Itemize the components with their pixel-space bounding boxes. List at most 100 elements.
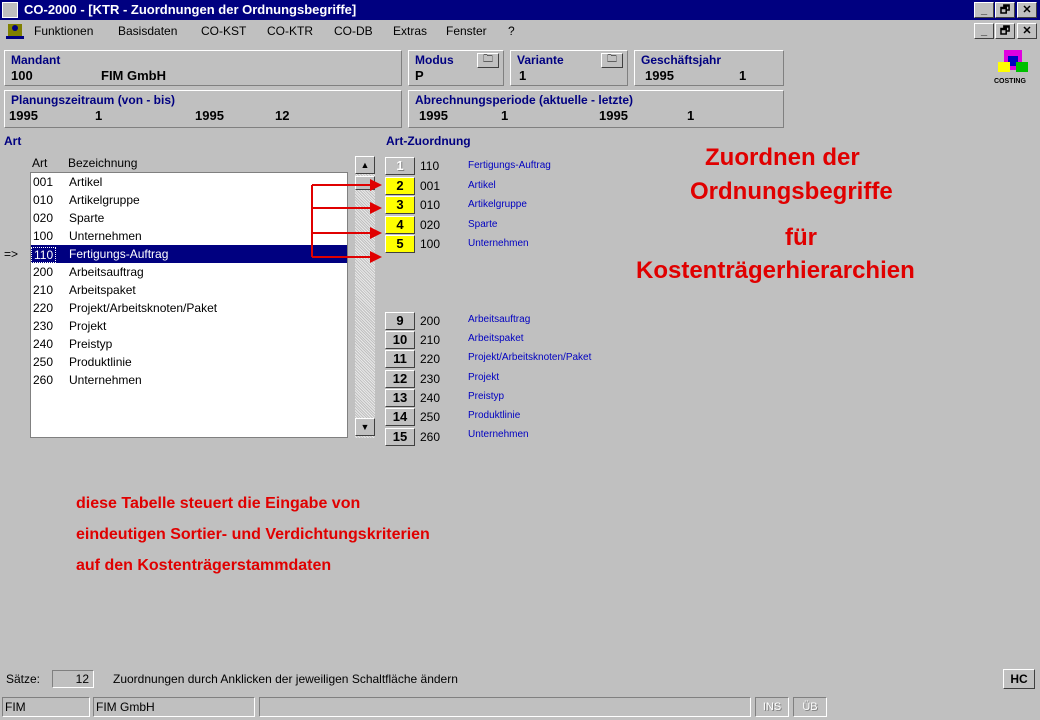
art-name: Produktlinie: [69, 355, 132, 369]
modus-folder-icon[interactable]: 🗀: [477, 53, 499, 68]
list-item[interactable]: 210 Arbeitspaket: [31, 281, 347, 299]
art-code: 240: [33, 337, 54, 351]
slot-code: 010: [420, 198, 441, 212]
maximize-button[interactable]: 🗗: [995, 2, 1015, 18]
annotation-line-4: Kostenträgerhierarchien: [636, 257, 915, 284]
art-code: 210: [33, 283, 54, 297]
art-name: Arbeitsauftrag: [69, 265, 144, 279]
mandant-label: Mandant: [11, 53, 61, 67]
art-name: Sparte: [69, 211, 105, 225]
menu-co-db[interactable]: CO-DB: [334, 24, 373, 38]
pz-to: 12: [275, 108, 290, 123]
variante-folder-icon[interactable]: 🗀: [601, 53, 623, 68]
list-item[interactable]: 230 Projekt: [31, 317, 347, 335]
annotation-line-1: Zuordnen der: [705, 144, 860, 171]
pz-from: 1: [95, 108, 103, 123]
slot-code: 260: [420, 430, 441, 444]
slot-button-11[interactable]: 11: [385, 350, 415, 368]
art-code: 010: [33, 193, 54, 207]
slot-name: Fertigungs-Auftrag: [468, 160, 551, 171]
slot-name: Arbeitsauftrag: [468, 314, 531, 325]
art-code: 220: [33, 301, 54, 315]
ap-last-year: 1995: [599, 108, 628, 123]
hc-button[interactable]: HC: [1003, 669, 1035, 689]
variante-value: 1: [519, 68, 527, 83]
logo-text: COSTING: [994, 78, 1026, 85]
doc-maximize-button[interactable]: 🗗: [995, 23, 1015, 39]
slot-code: 250: [420, 410, 441, 424]
slot-name: Projekt: [468, 372, 500, 383]
slot-button-9[interactable]: 9: [385, 312, 415, 330]
modus-panel: Modus 🗀 P: [408, 50, 504, 86]
variante-label: Variante: [517, 53, 564, 67]
col-header-bezeichnung: Bezeichnung: [68, 156, 138, 170]
annotation-line-3: für: [785, 224, 817, 251]
geschaeftsjahr-panel: Geschäftsjahr 1995 1: [634, 50, 784, 86]
list-item[interactable]: 240 Preistyp: [31, 335, 347, 353]
list-item[interactable]: 220 Projekt/Arbeitsknoten/Paket: [31, 299, 347, 317]
slot-code: 110: [420, 159, 440, 173]
slot-button-12[interactable]: 12: [385, 370, 415, 388]
slot-button-14[interactable]: 14: [385, 408, 415, 426]
user-field: FIM: [2, 697, 90, 717]
geschaeftsjahr-year: 1995: [645, 68, 674, 83]
art-code: 200: [33, 265, 54, 279]
doc-icon[interactable]: [4, 22, 26, 40]
doc-minimize-button[interactable]: _: [974, 23, 994, 39]
art-name: Projekt: [69, 319, 107, 333]
mandant-id: 100: [11, 68, 33, 83]
empty-status-field: [259, 697, 751, 717]
slot-name: Arbeitspaket: [468, 333, 524, 344]
planungszeitraum-panel: Planungszeitraum (von - bis) 1995 1 1995…: [4, 90, 402, 128]
list-item[interactable]: 250 Produktlinie: [31, 353, 347, 371]
scroll-down-button[interactable]: ▼: [355, 418, 375, 436]
menu-extras[interactable]: Extras: [393, 24, 427, 38]
slot-code: 200: [420, 314, 441, 328]
menu-basisdaten[interactable]: Basisdaten: [118, 24, 177, 38]
menu-help[interactable]: ?: [508, 24, 515, 38]
assignment-arrows: [311, 179, 382, 263]
art-code: 230: [33, 319, 54, 333]
slot-code: 220: [420, 352, 441, 366]
art-name: Unternehmen: [69, 373, 142, 387]
art-code: 260: [33, 373, 54, 387]
menu-bar: Funktionen Basisdaten CO-KST CO-KTR CO-D…: [0, 20, 1040, 42]
menu-fenster[interactable]: Fenster: [446, 24, 487, 38]
slot-name: Artikelgruppe: [468, 199, 527, 210]
menu-co-kst[interactable]: CO-KST: [201, 24, 246, 38]
app-icon[interactable]: [2, 2, 18, 18]
geschaeftsjahr-value: 1: [739, 68, 747, 83]
geschaeftsjahr-label: Geschäftsjahr: [641, 53, 722, 67]
col-header-art: Art: [32, 156, 48, 170]
doc-close-button[interactable]: ✕: [1017, 23, 1037, 39]
slot-button-15[interactable]: 15: [385, 428, 415, 446]
slot-button-13[interactable]: 13: [385, 389, 415, 407]
ap-cur-year: 1995: [419, 108, 448, 123]
abrechnungsperiode-label: Abrechnungsperiode (aktuelle - letzte): [415, 93, 634, 107]
list-item[interactable]: 200 Arbeitsauftrag: [31, 263, 347, 281]
menu-funktionen[interactable]: Funktionen: [34, 24, 93, 38]
bottom-status-bar: FIM FIM GmbH INS ÜB: [0, 694, 1040, 720]
ap-cur: 1: [501, 108, 509, 123]
slot-name: Artikel: [468, 180, 496, 191]
slot-button-1[interactable]: 1: [385, 157, 415, 175]
close-button[interactable]: ✕: [1017, 2, 1037, 18]
slot-code: 001: [420, 179, 441, 193]
minimize-button[interactable]: _: [974, 2, 994, 18]
slot-button-10[interactable]: 10: [385, 331, 415, 349]
ub-indicator: ÜB: [793, 697, 827, 717]
scroll-up-button[interactable]: ▲: [355, 156, 375, 174]
list-item[interactable]: 260 Unternehmen: [31, 371, 347, 389]
slot-code: 240: [420, 391, 441, 405]
art-code: 001: [33, 175, 54, 189]
art-name: Preistyp: [69, 337, 113, 351]
modus-label: Modus: [415, 53, 454, 67]
status-bar: Sätze: 12 Zuordnungen durch Anklicken de…: [0, 668, 1040, 692]
costing-logo: COSTING: [990, 48, 1036, 88]
window-title: CO-2000 - [KTR - Zuordnungen der Ordnung…: [24, 2, 357, 17]
slot-name: Sparte: [468, 219, 498, 230]
ap-last: 1: [687, 108, 695, 123]
menu-co-ktr[interactable]: CO-KTR: [267, 24, 313, 38]
saetze-count: 12: [52, 670, 94, 688]
slot-name: Unternehmen: [468, 238, 529, 249]
